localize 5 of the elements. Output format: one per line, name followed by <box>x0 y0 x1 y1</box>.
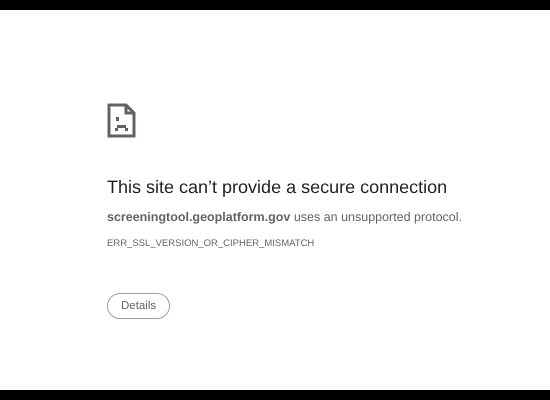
sad-page-icon <box>107 103 136 138</box>
error-heading: This site can’t provide a secure connection <box>107 176 448 198</box>
details-button[interactable]: Details <box>107 293 170 319</box>
error-message: screeningtool.geoplatform.gov uses an unsupported protocol. <box>107 209 462 225</box>
error-code: ERR_SSL_VERSION_OR_CIPHER_MISMATCH <box>107 238 314 250</box>
